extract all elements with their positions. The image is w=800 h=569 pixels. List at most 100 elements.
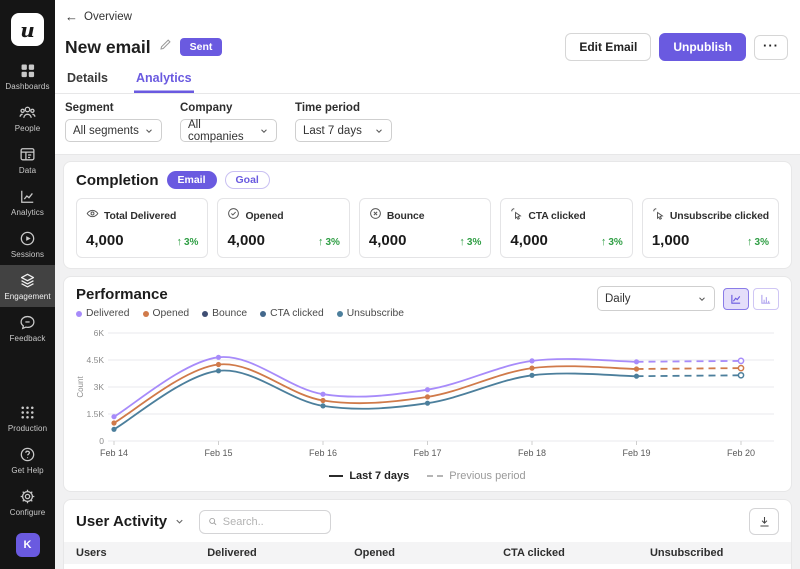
bar-chart-icon: [760, 293, 772, 305]
engagement-icon: [19, 272, 36, 289]
column-cta-clicked: CTA clicked: [503, 547, 650, 559]
sessions-icon: [19, 230, 36, 247]
stat-change: ↑3%: [177, 236, 199, 248]
cursor-click-icon: [510, 207, 523, 225]
svg-text:6K: 6K: [94, 328, 105, 338]
back-arrow-icon[interactable]: ←: [65, 9, 78, 24]
sidebar-item-label: Dashboards: [5, 82, 49, 91]
dashed-line-swatch: [427, 475, 443, 477]
up-arrow-icon: ↑: [747, 236, 753, 248]
column-opened: Opened: [354, 547, 503, 559]
cursor-click-icon: [652, 207, 665, 225]
performance-chart[interactable]: 01.5K3K4.5K6KCountFeb 14Feb 15Feb 16Feb …: [76, 321, 779, 470]
page-title: New email: [65, 37, 151, 58]
company-filter: Company All companies: [180, 102, 277, 142]
goal-pill[interactable]: Goal: [225, 171, 270, 189]
user-activity-title-dropdown[interactable]: User Activity: [76, 513, 185, 530]
legend-bounce[interactable]: Bounce: [202, 308, 247, 319]
svg-text:Count: Count: [76, 376, 85, 398]
svg-text:Feb 14: Feb 14: [100, 448, 128, 458]
company-select[interactable]: All companies: [180, 119, 277, 142]
analytics-icon: [19, 188, 36, 205]
page-header: ← Overview New email Sent Edit Email Unp…: [55, 0, 800, 155]
unpublish-button[interactable]: Unpublish: [659, 33, 746, 61]
main-area: ← Overview New email Sent Edit Email Unp…: [55, 0, 800, 569]
edit-title-icon[interactable]: [159, 38, 172, 56]
dashboards-icon: [19, 62, 36, 79]
edit-email-button[interactable]: Edit Email: [565, 33, 651, 61]
segment-select-value: All segments: [73, 125, 139, 137]
search-icon: [208, 516, 218, 527]
sidebar-item-label: Feedback: [10, 334, 46, 343]
sidebar-item-engagement[interactable]: Engagement: [0, 265, 55, 307]
sidebar-item-label: Production: [8, 424, 47, 433]
feedback-icon: [19, 314, 36, 331]
table-row[interactable]: AS Alice Smith aaa No 0 0 No: [64, 564, 791, 569]
legend-delivered[interactable]: Delivered: [76, 308, 130, 319]
legend-dot: [337, 311, 343, 317]
sidebar-item-configure[interactable]: Configure: [0, 481, 55, 523]
search-box[interactable]: [199, 510, 331, 534]
chart-type-toggles: [723, 288, 779, 310]
period-legend-current[interactable]: Last 7 days: [329, 470, 409, 482]
configure-icon: [19, 488, 36, 505]
legend-dot: [202, 311, 208, 317]
stat-label: Opened: [245, 211, 283, 222]
user-avatar[interactable]: K: [16, 533, 40, 557]
chevron-down-icon: [144, 126, 154, 136]
stat-total-delivered: Total Delivered 4,000 ↑3%: [76, 198, 208, 258]
tab-analytics[interactable]: Analytics: [134, 68, 194, 93]
stat-value: 4,000: [510, 232, 548, 249]
stat-unsubscribe-clicked: Unsubscribe clicked 1,000 ↑3%: [642, 198, 779, 258]
svg-text:3K: 3K: [94, 382, 105, 392]
svg-text:4.5K: 4.5K: [87, 355, 105, 365]
legend-cta-clicked[interactable]: CTA clicked: [260, 308, 324, 319]
check-circle-icon: [227, 207, 240, 225]
legend-dot: [260, 311, 266, 317]
tab-details[interactable]: Details: [65, 68, 110, 93]
stat-label: Unsubscribe clicked: [670, 211, 769, 222]
user-activity-header: User Activity: [64, 500, 791, 542]
sidebar-item-feedback[interactable]: Feedback: [0, 307, 55, 349]
performance-controls: Daily: [597, 286, 779, 311]
search-input[interactable]: [223, 516, 322, 528]
time-period-select[interactable]: Last 7 days: [295, 119, 392, 142]
performance-section: Performance Delivered Opened Bounce CTA …: [63, 276, 792, 492]
sidebar-item-label: Engagement: [4, 292, 50, 301]
sidebar-item-data[interactable]: Data: [0, 139, 55, 181]
back-link[interactable]: Overview: [84, 11, 132, 23]
sidebar-item-get-help[interactable]: Get Help: [0, 439, 55, 481]
more-options-button[interactable]: ···: [754, 35, 788, 60]
line-chart: 01.5K3K4.5K6KCountFeb 14Feb 15Feb 16Feb …: [76, 321, 779, 465]
filter-bar: Segment All segments Company All compani…: [55, 94, 800, 155]
eye-icon: [86, 207, 99, 225]
interval-select[interactable]: Daily: [597, 286, 715, 311]
sidebar-item-sessions[interactable]: Sessions: [0, 223, 55, 265]
column-users: Users: [64, 547, 207, 559]
svg-text:Feb 16: Feb 16: [309, 448, 337, 458]
stat-change: ↑3%: [747, 236, 769, 248]
sidebar-item-people[interactable]: People: [0, 97, 55, 139]
stat-bounce: Bounce 4,000 ↑3%: [359, 198, 491, 258]
bar-chart-toggle[interactable]: [753, 288, 779, 310]
sidebar-item-label: Get Help: [11, 466, 43, 475]
app-logo[interactable]: u: [11, 13, 44, 46]
sidebar-item-dashboards[interactable]: Dashboards: [0, 55, 55, 97]
download-button[interactable]: [749, 508, 779, 535]
people-icon: [19, 104, 36, 121]
stat-change: ↑3%: [318, 236, 340, 248]
sidebar-item-analytics[interactable]: Analytics: [0, 181, 55, 223]
line-chart-toggle[interactable]: [723, 288, 749, 310]
svg-text:Feb 20: Feb 20: [727, 448, 755, 458]
sidebar-item-production[interactable]: Production: [0, 397, 55, 439]
sidebar-item-label: Analytics: [11, 208, 44, 217]
company-select-value: All companies: [188, 119, 259, 143]
segment-filter: Segment All segments: [65, 102, 162, 142]
period-legend-previous[interactable]: Previous period: [427, 470, 525, 482]
legend-opened[interactable]: Opened: [143, 308, 190, 319]
get-help-icon: [19, 446, 36, 463]
legend-unsubscribe[interactable]: Unsubscribe: [337, 308, 404, 319]
segment-select[interactable]: All segments: [65, 119, 162, 142]
sidebar: u Dashboards People Data Analytics Sessi…: [0, 0, 55, 569]
email-pill[interactable]: Email: [167, 171, 217, 189]
